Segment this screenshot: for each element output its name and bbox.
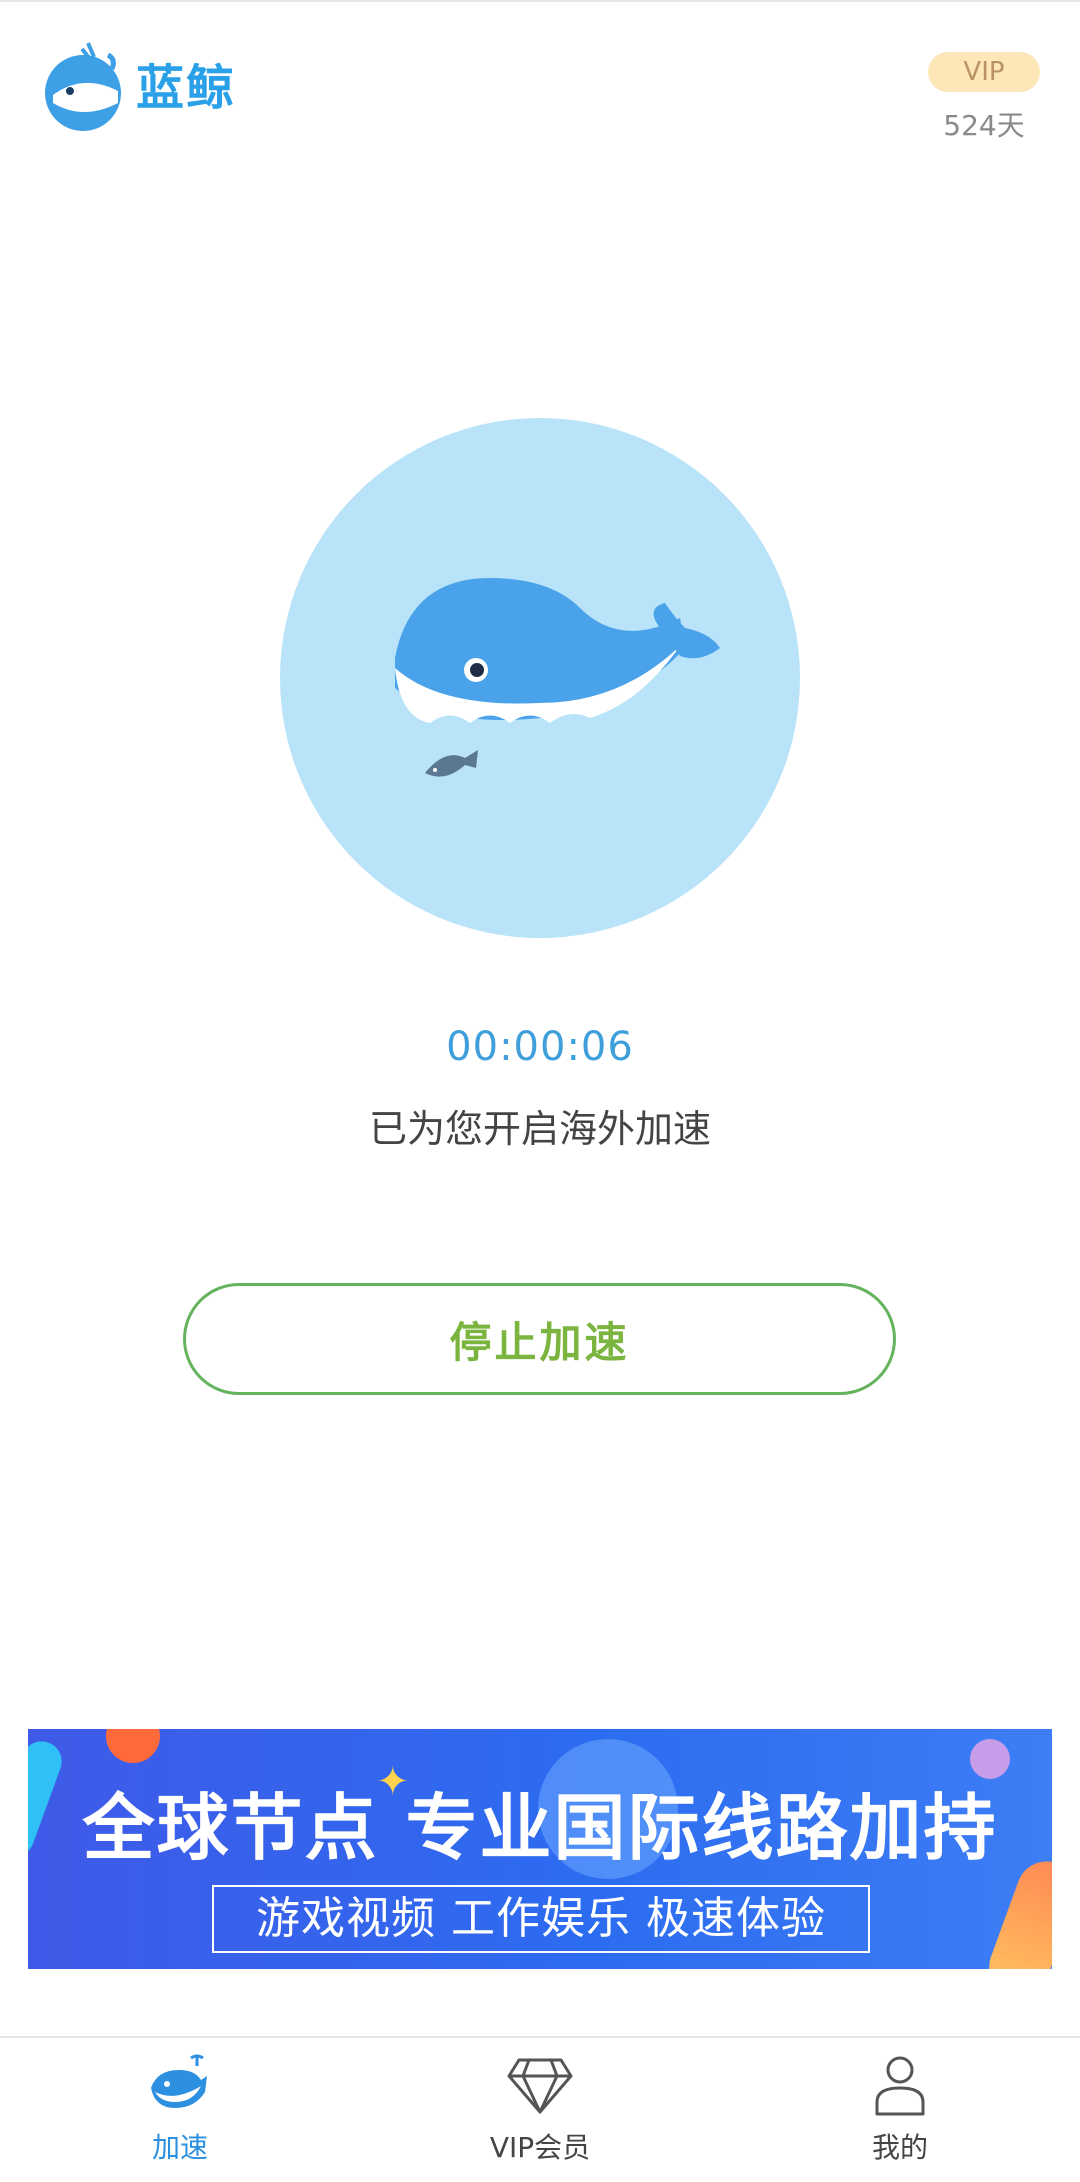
banner-subtitle: 游戏视频 工作娱乐 极速体验 — [212, 1885, 870, 1953]
vip-badge[interactable]: VIP — [928, 52, 1040, 92]
top-divider — [0, 0, 1080, 2]
nav-vip-label: VIP会员 — [489, 2131, 591, 2164]
whale-icon — [280, 418, 800, 938]
banner-decoration — [106, 1729, 160, 1763]
stop-acceleration-button[interactable]: 停止加速 — [183, 1283, 896, 1395]
status-text: 已为您开启海外加速 — [368, 1107, 711, 1151]
diamond-icon — [507, 2058, 573, 2114]
nav-vip-membership[interactable]: VIP会员 — [440, 2052, 640, 2178]
promo-banner[interactable]: ✦ 全球节点 专业国际线路加持 游戏视频 工作娱乐 极速体验 — [28, 1729, 1052, 1969]
vip-days-remaining: 524天 — [943, 109, 1025, 142]
nav-profile-label: 我的 — [871, 2131, 928, 2164]
whale-accelerate-icon — [151, 2054, 207, 2108]
whale-logo-icon — [45, 42, 121, 131]
app-logo: 蓝鲸 — [38, 28, 248, 138]
nav-profile[interactable]: 我的 — [800, 2052, 1000, 2178]
banner-title: 全球节点 专业国际线路加持 — [82, 1786, 998, 1870]
bottom-nav: 加速 VIP会员 我的 — [0, 2036, 1080, 2182]
connection-timer: 00:00:06 — [446, 1024, 634, 1070]
nav-accelerate-label: 加速 — [151, 2131, 208, 2164]
nav-accelerate[interactable]: 加速 — [80, 2052, 280, 2178]
app-name: 蓝鲸 — [136, 60, 237, 116]
user-icon — [875, 2056, 925, 2116]
